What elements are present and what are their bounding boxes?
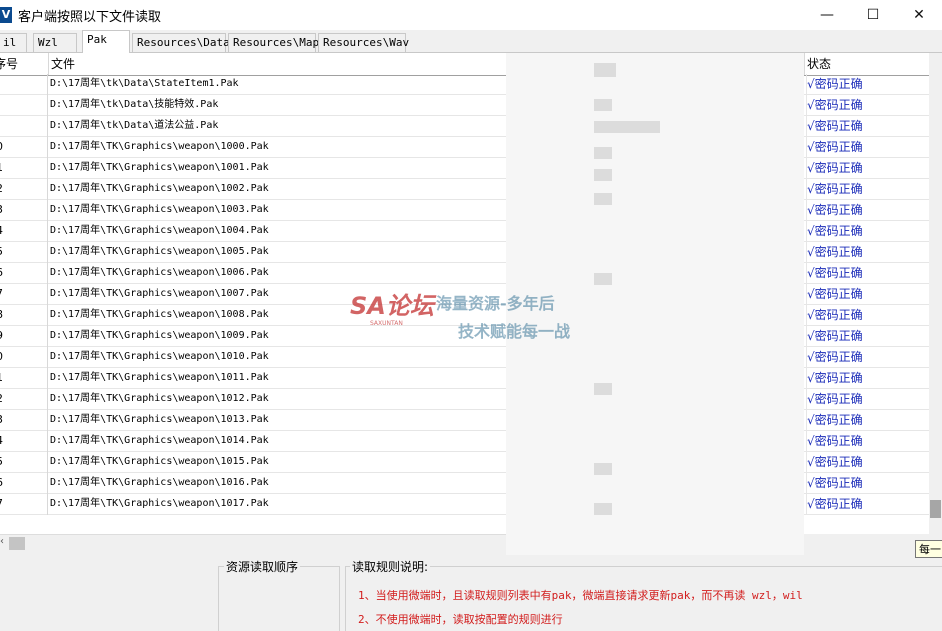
row-file-path: D:\17周年\TK\Graphics\weapon\1011.Pak	[50, 372, 269, 383]
row-status: √密码正确	[806, 326, 929, 347]
row-file-path: D:\17周年\TK\Graphics\weapon\1007.Pak	[50, 288, 269, 299]
maximize-button[interactable]: ☐	[850, 0, 896, 30]
row-file-path: D:\17周年\TK\Graphics\weapon\1009.Pak	[50, 330, 269, 341]
row-status: √密码正确	[806, 389, 929, 410]
row-number	[0, 74, 48, 95]
row-file-path: D:\17周年\TK\Graphics\weapon\1001.Pak	[50, 162, 269, 173]
tab-resources-map[interactable]: Resources\Map	[228, 33, 319, 52]
rule-line-1: 1、当使用微端时，且读取规则列表中有pak，微端直接请求更新pak，而不再读 w…	[358, 589, 803, 602]
vertical-scroll-thumb[interactable]	[930, 500, 941, 518]
tooltip: 每一	[915, 540, 942, 558]
row-number: 9	[0, 326, 48, 347]
row-status: √密码正确	[806, 137, 929, 158]
row-status: √密码正确	[806, 242, 929, 263]
row-file-path: D:\17周年\TK\Graphics\weapon\1012.Pak	[50, 393, 269, 404]
row-status: √密码正确	[806, 263, 929, 284]
row-status: √密码正确	[806, 284, 929, 305]
row-status: √密码正确	[806, 179, 929, 200]
row-number: 3	[0, 410, 48, 431]
horizontal-scroll-thumb[interactable]	[9, 537, 25, 550]
close-button[interactable]: ✕	[896, 0, 942, 30]
resource-order-panel	[218, 566, 340, 631]
row-file-path: D:\17周年\TK\Graphics\weapon\1004.Pak	[50, 225, 269, 236]
tab-wil[interactable]: il	[0, 33, 27, 52]
row-file-path: D:\17周年\TK\Graphics\weapon\1017.Pak	[50, 498, 269, 509]
row-status: √密码正确	[806, 158, 929, 179]
row-number: 1	[0, 158, 48, 179]
tab-resources-wav[interactable]: Resources\Wav	[318, 33, 409, 52]
row-file-path: D:\17周年\tk\Data\StateItem1.Pak	[50, 78, 239, 89]
rule-line-2: 2、不使用微端时，读取按配置的规则进行	[358, 613, 563, 626]
window-controls: — ☐ ✕	[804, 0, 942, 30]
row-status: √密码正确	[806, 410, 929, 431]
row-number: 0	[0, 137, 48, 158]
row-status: √密码正确	[806, 494, 929, 515]
row-number: 7	[0, 494, 48, 515]
row-status: √密码正确	[806, 74, 929, 95]
row-number: 2	[0, 179, 48, 200]
row-file-path: D:\17周年\tk\Data\技能特效.Pak	[50, 99, 219, 110]
row-number	[0, 95, 48, 116]
row-number: 4	[0, 431, 48, 452]
row-file-path: D:\17周年\TK\Graphics\weapon\1013.Pak	[50, 414, 269, 425]
row-file-path: D:\17周年\TK\Graphics\weapon\1003.Pak	[50, 204, 269, 215]
row-status: √密码正确	[806, 347, 929, 368]
header-no[interactable]: 序号	[0, 53, 49, 75]
redacted-column	[506, 53, 804, 555]
tab-resources-data[interactable]: Resources\Data	[132, 33, 230, 52]
minimize-button[interactable]: —	[804, 0, 850, 30]
row-status: √密码正确	[806, 431, 929, 452]
row-status: √密码正确	[806, 221, 929, 242]
row-number: 1	[0, 368, 48, 389]
row-number: 3	[0, 200, 48, 221]
vertical-scrollbar[interactable]	[929, 53, 942, 534]
row-file-path: D:\17周年\TK\Graphics\weapon\1015.Pak	[50, 456, 269, 467]
tab-strip: il Wzl Pak Resources\Data Resources\Map …	[0, 30, 942, 53]
app-icon: V	[0, 7, 12, 23]
resource-order-title: 资源读取顺序	[224, 558, 301, 575]
scroll-left-icon[interactable]: ‹	[0, 536, 4, 547]
row-file-path: D:\17周年\TK\Graphics\weapon\1000.Pak	[50, 141, 269, 152]
row-status: √密码正确	[806, 116, 929, 137]
read-rules-title: 读取规则说明:	[350, 558, 431, 575]
tab-wzl[interactable]: Wzl	[33, 33, 77, 52]
row-file-path: D:\17周年\TK\Graphics\weapon\1016.Pak	[50, 477, 269, 488]
row-number: 6	[0, 263, 48, 284]
row-status: √密码正确	[806, 473, 929, 494]
row-file-path: D:\17周年\TK\Graphics\weapon\1008.Pak	[50, 309, 269, 320]
row-file-path: D:\17周年\TK\Graphics\weapon\1014.Pak	[50, 435, 269, 446]
row-number: 0	[0, 347, 48, 368]
row-status: √密码正确	[806, 95, 929, 116]
row-file-path: D:\17周年\TK\Graphics\weapon\1006.Pak	[50, 267, 269, 278]
window-title: 客户端按照以下文件读取	[18, 9, 162, 25]
horizontal-scrollbar[interactable]: ‹	[0, 534, 506, 552]
row-file-path: D:\17周年\tk\Data\道法公益.Pak	[50, 120, 219, 131]
tab-pak[interactable]: Pak	[82, 30, 130, 53]
row-status: √密码正确	[806, 452, 929, 473]
row-number	[0, 116, 48, 137]
row-number: 5	[0, 242, 48, 263]
row-file-path: D:\17周年\TK\Graphics\weapon\1010.Pak	[50, 351, 269, 362]
row-number: 5	[0, 452, 48, 473]
row-number: 2	[0, 389, 48, 410]
row-file-path: D:\17周年\TK\Graphics\weapon\1002.Pak	[50, 183, 269, 194]
title-bar: V 客户端按照以下文件读取 — ☐ ✕	[0, 0, 942, 30]
row-number: 8	[0, 305, 48, 326]
row-number: 6	[0, 473, 48, 494]
row-file-path: D:\17周年\TK\Graphics\weapon\1005.Pak	[50, 246, 269, 257]
header-file[interactable]: 文件	[49, 53, 506, 75]
row-status: √密码正确	[806, 368, 929, 389]
row-number: 4	[0, 221, 48, 242]
row-status: √密码正确	[806, 305, 929, 326]
header-status[interactable]: 状态	[804, 53, 929, 75]
row-status: √密码正确	[806, 200, 929, 221]
row-number: 7	[0, 284, 48, 305]
